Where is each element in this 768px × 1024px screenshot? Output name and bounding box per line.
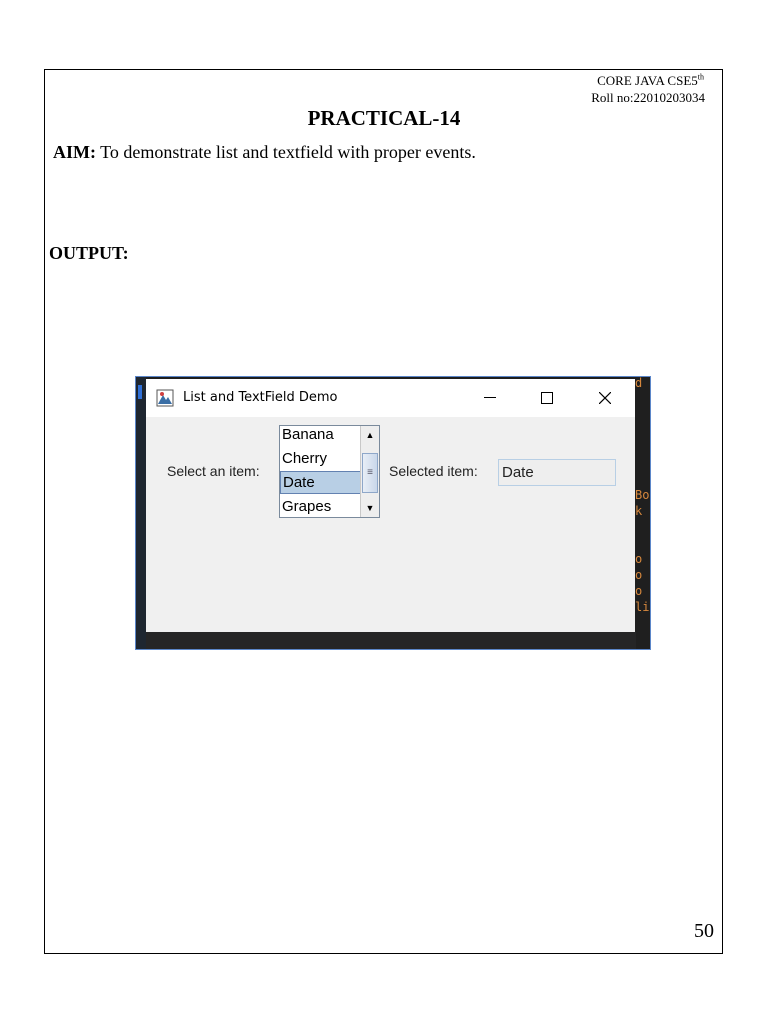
select-item-label: Select an item:: [167, 463, 260, 479]
background-code-fragment: [635, 457, 650, 473]
item-list[interactable]: Banana Cherry Date Grapes ▲ ≡ ▼: [279, 425, 380, 518]
background-code-fragment: o: [635, 584, 643, 598]
roll-number: Roll no:22010203034: [591, 90, 705, 105]
background-code-fragment: d: [635, 376, 643, 390]
background-code-fragment: k: [635, 504, 643, 518]
course-header: CORE JAVA CSE5th: [597, 72, 704, 88]
close-button[interactable]: [582, 379, 628, 417]
aim-text: To demonstrate list and textfield with p…: [96, 142, 476, 162]
page-number: 50: [694, 920, 714, 942]
list-items-container: Banana Cherry Date Grapes: [280, 426, 361, 517]
window-titlebar[interactable]: List and TextField Demo: [146, 379, 635, 417]
output-heading: OUTPUT:: [49, 243, 129, 263]
background-code-fragment: o: [635, 552, 643, 566]
background-code-fragment: [635, 521, 650, 537]
scroll-thumb[interactable]: ≡: [362, 453, 378, 493]
background-code-fragment: [635, 441, 650, 457]
close-icon: [598, 391, 612, 405]
list-item[interactable]: Grapes: [280, 495, 361, 517]
background-code-fragment: [635, 537, 650, 553]
course-superscript: th: [697, 72, 704, 82]
minimize-button[interactable]: [467, 379, 513, 417]
list-item[interactable]: Cherry: [280, 447, 361, 470]
background-code-fragment: Bo: [635, 488, 650, 502]
background-editor-right: d Bo k o o o li: [635, 376, 650, 649]
background-code-fragment: [635, 393, 650, 409]
maximize-icon: [541, 391, 553, 404]
list-item[interactable]: Date: [280, 471, 361, 494]
list-scrollbar[interactable]: ▲ ≡ ▼: [360, 426, 379, 517]
background-code-fragment: [635, 473, 650, 489]
background-code-fragment: [635, 425, 650, 441]
background-editor-left: [136, 377, 146, 649]
maximize-button[interactable]: [524, 379, 570, 417]
background-code-fragment: o: [635, 568, 643, 582]
aim-line: AIM: To demonstrate list and textfield w…: [53, 142, 476, 163]
practical-title: PRACTICAL-14: [307, 106, 461, 130]
list-item[interactable]: Banana: [280, 426, 361, 446]
background-editor-bottom: [146, 632, 636, 649]
app-window: List and TextField Demo Select an item: …: [146, 379, 635, 632]
scroll-up-arrow-icon[interactable]: ▲: [362, 427, 378, 443]
selected-item-textfield[interactable]: Date: [498, 459, 616, 486]
background-code-fragment: li: [635, 600, 650, 614]
scroll-down-arrow-icon[interactable]: ▼: [362, 500, 378, 516]
background-code-fragment: [635, 409, 650, 425]
window-title: List and TextField Demo: [183, 390, 338, 405]
aim-label: AIM:: [53, 142, 96, 162]
java-app-icon: [156, 389, 174, 407]
output-screenshot: d Bo k o o o li List and TextField Demo Select…: [135, 376, 651, 650]
minimize-icon: [484, 397, 496, 399]
selected-item-label: Selected item:: [389, 463, 478, 479]
